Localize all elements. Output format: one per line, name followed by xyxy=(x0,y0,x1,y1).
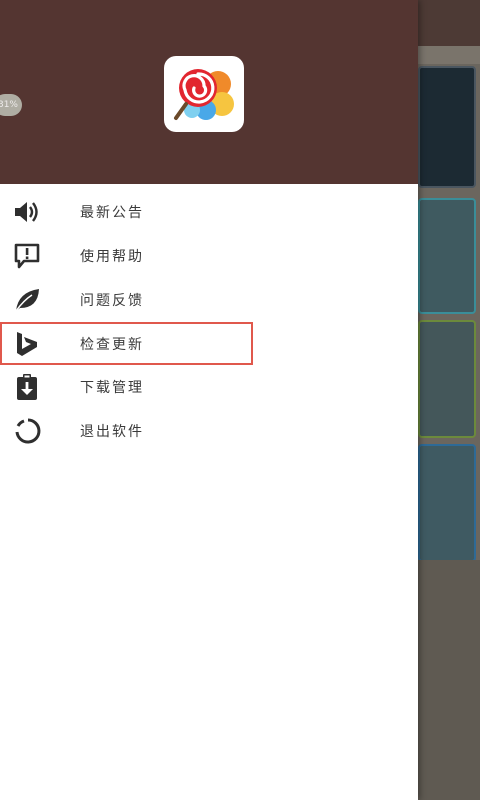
menu-label-downloads: 下载管理 xyxy=(80,380,144,396)
leaf-feedback-icon xyxy=(12,286,42,314)
menu-item-feedback[interactable]: 问题反馈 xyxy=(0,278,418,322)
power-circle-icon xyxy=(12,417,42,445)
menu-label-feedback: 问题反馈 xyxy=(80,293,144,309)
background-card xyxy=(418,444,476,562)
bing-update-icon xyxy=(12,330,42,358)
progress-badge: 31% xyxy=(0,94,22,116)
help-chat-icon xyxy=(12,242,42,270)
menu-label-exit: 退出软件 xyxy=(80,424,144,440)
clipboard-download-icon xyxy=(12,373,42,401)
navigation-drawer: 31% 最新公告 使用帮助 问题反馈 检查更新 下载管理 退出软件 xyxy=(0,0,418,800)
background-lower-area xyxy=(418,560,480,800)
drawer-menu: 最新公告 使用帮助 问题反馈 检查更新 下载管理 退出软件 xyxy=(0,190,418,453)
speaker-icon xyxy=(12,198,42,226)
menu-item-exit[interactable]: 退出软件 xyxy=(0,409,418,453)
background-card xyxy=(418,320,476,438)
background-card xyxy=(418,198,476,314)
menu-label-announcements: 最新公告 xyxy=(80,205,144,221)
background-band xyxy=(418,46,480,64)
menu-item-downloads[interactable]: 下载管理 xyxy=(0,365,418,409)
background-card xyxy=(418,66,476,188)
app-logo xyxy=(164,56,244,132)
menu-item-help[interactable]: 使用帮助 xyxy=(0,234,418,278)
drawer-header xyxy=(0,0,418,184)
menu-item-check-update[interactable]: 检查更新 xyxy=(0,322,253,365)
menu-label-check-update: 检查更新 xyxy=(80,337,144,353)
menu-item-announcements[interactable]: 最新公告 xyxy=(0,190,418,234)
menu-label-help: 使用帮助 xyxy=(80,249,144,265)
